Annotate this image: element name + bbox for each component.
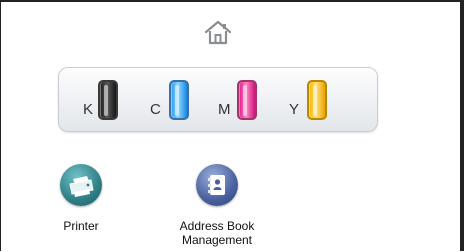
printer-icon [60,164,102,206]
toner-label-k: K [83,101,94,118]
home-icon [204,20,232,45]
address-book-label-line2: Management [181,233,253,247]
toner-cartridge-m [237,80,257,120]
address-book-icon [196,164,238,206]
toner-level-panel[interactable]: K C M Y [58,67,378,132]
toner-cartridge-c [169,80,189,120]
home-screen: K C M Y Printer Address Book Management [0,0,464,251]
toner-label-c: C [150,101,161,118]
toner-label-m: M [218,101,231,118]
toner-label-y: Y [289,101,300,118]
printer-label: Printer [63,219,99,233]
toner-cartridge-y [307,80,327,120]
address-book-label-line1: Address Book [179,219,255,233]
printer-app-button[interactable]: Printer [51,164,111,244]
home-button[interactable] [203,20,233,46]
address-book-app-button[interactable]: Address Book Management [171,164,263,252]
toner-cartridge-k [98,80,118,120]
